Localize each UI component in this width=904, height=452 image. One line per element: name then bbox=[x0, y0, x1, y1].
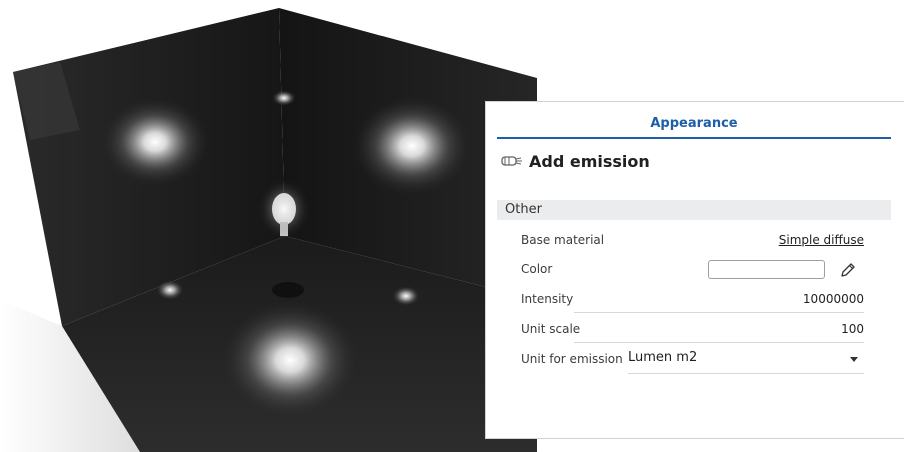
emission-icon bbox=[501, 156, 522, 166]
chevron-down-icon bbox=[850, 357, 858, 362]
unit-scale-label: Unit scale bbox=[521, 322, 581, 336]
appearance-panel: Appearance Add emission Other Base mater… bbox=[485, 101, 904, 439]
unit-for-emission-dropdown[interactable]: Lumen m2 bbox=[628, 347, 864, 374]
unit-for-emission-label: Unit for emission bbox=[521, 352, 623, 366]
unit-for-emission-value: Lumen m2 bbox=[628, 350, 698, 365]
intensity-input[interactable]: 10000000 bbox=[803, 292, 864, 306]
intensity-underline bbox=[574, 312, 864, 313]
base-material-link[interactable]: Simple diffuse bbox=[779, 233, 864, 247]
color-label: Color bbox=[521, 262, 553, 276]
row-unit-for-emission: Unit for emission Lumen m2 bbox=[521, 347, 864, 374]
panel-tabs: Appearance bbox=[497, 102, 891, 139]
row-color: Color bbox=[521, 257, 864, 283]
base-material-label: Base material bbox=[521, 233, 605, 247]
panel-title: Add emission bbox=[529, 151, 650, 171]
row-base-material: Base material Simple diffuse bbox=[521, 228, 864, 254]
tab-appearance[interactable]: Appearance bbox=[497, 116, 891, 131]
unit-scale-input[interactable]: 100 bbox=[841, 322, 864, 336]
section-other[interactable]: Other bbox=[497, 200, 891, 220]
row-unit-scale: Unit scale 100 bbox=[521, 317, 864, 343]
section-label: Other bbox=[505, 202, 542, 217]
row-intensity: Intensity 10000000 bbox=[521, 287, 864, 313]
color-swatch[interactable] bbox=[708, 260, 825, 279]
panel-header: Add emission bbox=[501, 151, 650, 171]
intensity-label: Intensity bbox=[521, 292, 574, 306]
pencil-icon[interactable] bbox=[838, 260, 858, 280]
unit-scale-underline bbox=[574, 342, 864, 343]
